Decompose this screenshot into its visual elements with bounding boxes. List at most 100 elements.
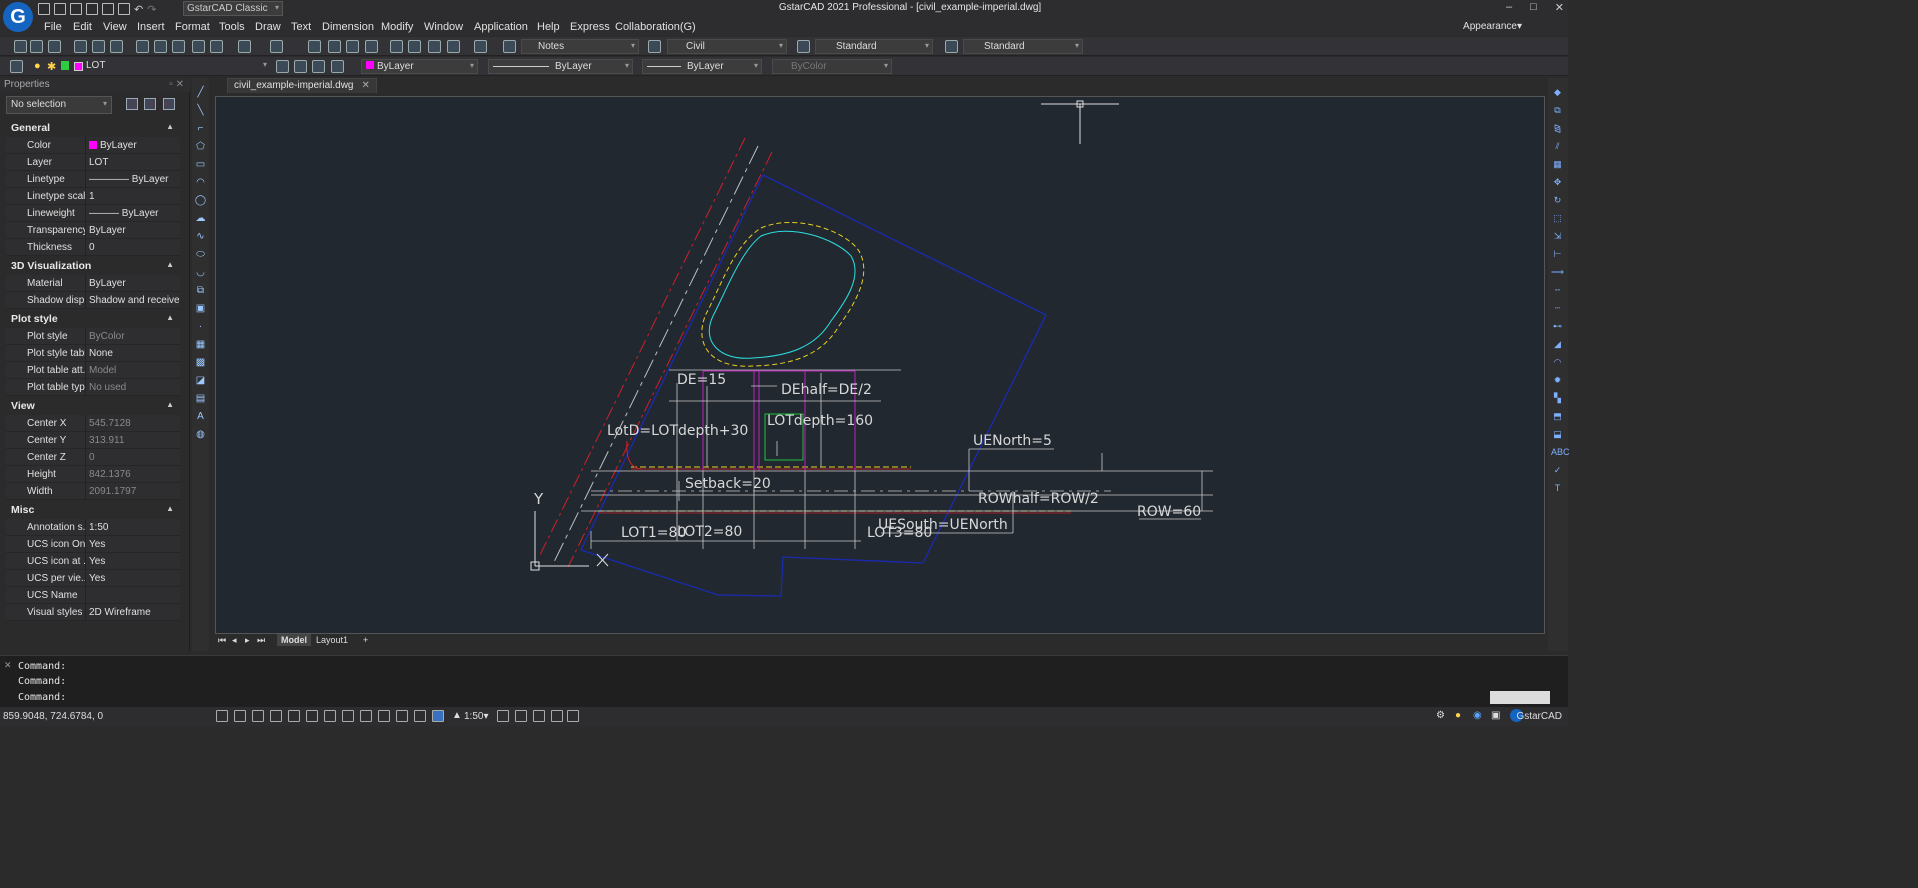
layer-manager-icon[interactable] bbox=[10, 60, 23, 73]
section-general[interactable]: General ▲ bbox=[6, 120, 180, 135]
gradient-icon[interactable]: ▩ bbox=[194, 357, 207, 369]
rectangle-icon[interactable]: ▭ bbox=[194, 159, 207, 171]
layer-previous-icon[interactable] bbox=[294, 60, 307, 73]
property-row[interactable]: Plot table type No used bbox=[6, 379, 180, 396]
add-layout-button[interactable]: + bbox=[363, 635, 368, 645]
property-row[interactable]: Center Z 0 bbox=[6, 449, 180, 466]
layer-states-icon[interactable] bbox=[312, 60, 325, 73]
properties-icon[interactable] bbox=[390, 40, 403, 53]
menu-edit[interactable]: Edit bbox=[73, 21, 92, 33]
dim-style-icon[interactable] bbox=[648, 40, 661, 53]
new-file-icon[interactable] bbox=[38, 3, 50, 15]
menu-modify[interactable]: Modify bbox=[381, 21, 413, 33]
section-plot-style[interactable]: Plot style ▲ bbox=[6, 311, 180, 326]
cut-icon[interactable] bbox=[136, 40, 149, 53]
fillet-icon[interactable]: ◠ bbox=[1551, 357, 1564, 368]
gear-icon[interactable]: ⚙ bbox=[1436, 710, 1445, 721]
menu-view[interactable]: View bbox=[103, 21, 127, 33]
open-icon[interactable] bbox=[30, 40, 43, 53]
auto-scale-icon[interactable] bbox=[515, 710, 527, 722]
trim-icon[interactable]: ⊢ bbox=[1551, 249, 1564, 260]
snap-icon[interactable] bbox=[216, 710, 228, 722]
last-layout-icon[interactable]: ⏭ bbox=[257, 635, 265, 646]
dyn-ucs-icon[interactable] bbox=[324, 710, 336, 722]
line-icon[interactable]: ╱ bbox=[194, 87, 207, 99]
property-row[interactable]: Material ByLayer bbox=[6, 275, 180, 292]
polygon-icon[interactable]: ⬠ bbox=[194, 141, 207, 153]
globe-icon[interactable]: ◉ bbox=[1473, 710, 1482, 721]
make-block-icon[interactable]: ▣ bbox=[194, 303, 207, 315]
property-row[interactable]: UCS Name bbox=[6, 587, 180, 604]
pan-icon[interactable] bbox=[308, 40, 321, 53]
print-preview-icon[interactable] bbox=[92, 40, 105, 53]
menu-express[interactable]: Express bbox=[570, 21, 610, 33]
save-icon[interactable] bbox=[48, 40, 61, 53]
chamfer-icon[interactable]: ◢ bbox=[1551, 339, 1564, 350]
transparency-icon[interactable] bbox=[378, 710, 390, 722]
join-icon[interactable]: ⊷ bbox=[1551, 321, 1564, 332]
dyn-input-icon[interactable] bbox=[342, 710, 354, 722]
menu-tools[interactable]: Tools bbox=[219, 21, 245, 33]
plotstyle-dropdown[interactable]: ByColor ▾ bbox=[772, 59, 892, 74]
offset-icon[interactable]: ⫽ bbox=[1551, 141, 1564, 152]
match-properties-icon[interactable] bbox=[192, 40, 205, 53]
property-row[interactable]: Plot table att... Model bbox=[6, 362, 180, 379]
selection-cycling-icon[interactable] bbox=[396, 710, 408, 722]
cmd-close-icon[interactable]: ✕ bbox=[4, 660, 12, 671]
collapse-caret-icon[interactable]: ▲ bbox=[166, 313, 174, 322]
save-icon[interactable] bbox=[70, 3, 82, 15]
ortho-icon[interactable] bbox=[252, 710, 264, 722]
model-space-icon[interactable] bbox=[432, 710, 444, 722]
construction-line-icon[interactable]: ╲ bbox=[194, 105, 207, 117]
multiline-text-icon[interactable]: A bbox=[194, 411, 207, 423]
section-misc[interactable]: Misc ▲ bbox=[6, 502, 180, 517]
lineweight-dropdown[interactable]: ByLayer ▾ bbox=[642, 59, 762, 74]
property-row[interactable]: Annotation s... 1:50 bbox=[6, 519, 180, 536]
move-icon[interactable]: ✥ bbox=[1551, 177, 1564, 188]
property-row[interactable]: Plot style table None bbox=[6, 345, 180, 362]
first-layout-icon[interactable]: ⏮ bbox=[218, 635, 226, 646]
section-3d-visualization[interactable]: 3D Visualization ▲ bbox=[6, 258, 180, 273]
revision-cloud-icon[interactable]: ☁ bbox=[194, 213, 207, 225]
drawing-canvas[interactable]: DE=15 DEhalf=DE/2 LotD=LOTdepth+30 LOTde… bbox=[215, 96, 1545, 634]
property-row[interactable]: Center Y 313.911 bbox=[6, 432, 180, 449]
extend-icon[interactable]: ⟶ bbox=[1551, 267, 1564, 278]
toggle-pickadd-icon[interactable] bbox=[126, 98, 138, 110]
tab-model[interactable]: Model bbox=[277, 634, 311, 646]
redo-icon[interactable]: ↷ bbox=[147, 3, 156, 16]
menu-draw[interactable]: Draw bbox=[255, 21, 281, 33]
menu-format[interactable]: Format bbox=[175, 21, 210, 33]
block-editor-icon[interactable] bbox=[210, 40, 223, 53]
help-icon[interactable] bbox=[474, 40, 487, 53]
region-icon[interactable]: ◪ bbox=[194, 375, 207, 387]
spline-icon[interactable]: ∿ bbox=[194, 231, 207, 243]
zoom-window-icon[interactable] bbox=[346, 40, 359, 53]
menu-window[interactable]: Window bbox=[424, 21, 463, 33]
multileader-style-icon[interactable] bbox=[945, 40, 958, 53]
add-selected-icon[interactable]: ◍ bbox=[194, 429, 207, 441]
maximize-button[interactable]: □ bbox=[1530, 1, 1537, 14]
annotation-scale[interactable]: 1:50▾ bbox=[464, 711, 488, 722]
new-icon[interactable] bbox=[14, 40, 27, 53]
bring-front-icon[interactable]: ⬒ bbox=[1551, 411, 1564, 422]
minimize-button[interactable]: – bbox=[1506, 1, 1512, 14]
erase-icon[interactable]: ◆ bbox=[1551, 87, 1564, 98]
menu-text[interactable]: Text bbox=[291, 21, 311, 33]
send-back-icon[interactable]: ⬓ bbox=[1551, 429, 1564, 440]
grid-icon[interactable] bbox=[234, 710, 246, 722]
dim-style-dropdown[interactable]: Civil ▾ bbox=[667, 39, 787, 54]
publish-icon[interactable] bbox=[102, 3, 114, 15]
property-row[interactable]: UCS per vie... Yes bbox=[6, 570, 180, 587]
linetype-dropdown[interactable]: ByLayer ▾ bbox=[488, 59, 633, 74]
lock-icon[interactable] bbox=[61, 61, 69, 70]
tab-layout1[interactable]: Layout1 bbox=[316, 635, 348, 645]
annotation-visibility-icon[interactable] bbox=[497, 710, 509, 722]
appearance-menu[interactable]: Appearance▾ bbox=[1463, 21, 1522, 32]
explode-icon[interactable]: ✹ bbox=[1551, 375, 1564, 386]
hatch-icon[interactable]: ▦ bbox=[194, 339, 207, 351]
next-layout-icon[interactable]: ▸ bbox=[245, 635, 250, 646]
menu-collaboration[interactable]: Collaboration(G) bbox=[615, 21, 696, 33]
ellipse-arc-icon[interactable]: ◡ bbox=[194, 267, 207, 279]
paste-icon[interactable] bbox=[172, 40, 185, 53]
text-style-icon[interactable] bbox=[503, 40, 516, 53]
